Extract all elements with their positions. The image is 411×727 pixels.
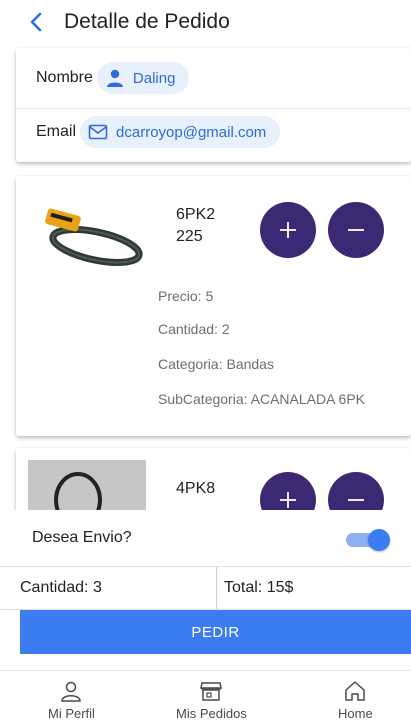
- decrease-quantity-button[interactable]: [328, 202, 384, 258]
- minus-icon: [348, 229, 364, 231]
- increase-quantity-button[interactable]: [260, 202, 316, 258]
- product-code-line1: 4PK8: [176, 480, 216, 497]
- plus-icon: [280, 222, 296, 238]
- product-code: 6PK2 225: [176, 204, 246, 248]
- shipping-label: Desea Envio?: [32, 529, 132, 546]
- email-chip[interactable]: dcarroyop@gmail.com: [80, 116, 281, 148]
- tab-mis-pedidos[interactable]: Mis Pedidos: [176, 679, 247, 721]
- person-icon: [61, 681, 82, 702]
- contact-card: Nombre Daling Email dcarroyop@gmail.com: [16, 48, 411, 162]
- product-code: 4PK8: [176, 478, 246, 500]
- totals-row: Cantidad: 3 Total: 15$: [0, 566, 411, 610]
- tab-mi-perfil[interactable]: Mi Perfil: [48, 679, 95, 721]
- minus-icon: [348, 499, 364, 501]
- plus-icon: [280, 492, 296, 508]
- name-row: Nombre Daling: [36, 62, 190, 94]
- home-icon: [345, 681, 366, 701]
- bottom-tab-bar: Mi Perfil Mis Pedidos Home: [0, 670, 411, 727]
- shipping-row: Desea Envio?: [0, 510, 411, 566]
- total-quantity: Cantidad: 3: [20, 579, 102, 596]
- product-code-line2: 225: [176, 228, 203, 245]
- product-image: [30, 192, 148, 282]
- back-arrow-icon: [30, 12, 42, 32]
- shipping-toggle[interactable]: [346, 528, 390, 551]
- place-order-button[interactable]: PEDIR: [20, 610, 411, 654]
- email-row: Email dcarroyop@gmail.com: [36, 116, 281, 148]
- product-code-line1: 6PK2: [176, 206, 216, 223]
- tab-label: Mis Pedidos: [176, 706, 247, 721]
- product-quantity: Cantidad: 2: [158, 321, 230, 337]
- person-icon: [105, 68, 125, 88]
- tab-home[interactable]: Home: [338, 679, 373, 721]
- product-subcategory: SubCategoria: ACANALADA 6PK: [158, 391, 366, 407]
- page-title: Detalle de Pedido: [64, 10, 230, 33]
- product-price: Precio: 5: [158, 288, 214, 304]
- tab-label: Mi Perfil: [48, 706, 95, 721]
- app-header: Detalle de Pedido: [0, 0, 411, 44]
- product-category: Categoria: Bandas: [158, 356, 274, 372]
- name-label: Nombre: [36, 69, 93, 86]
- email-value: dcarroyop@gmail.com: [116, 123, 267, 141]
- mail-icon: [88, 124, 108, 140]
- tab-label: Home: [338, 706, 373, 721]
- name-value: Daling: [132, 69, 176, 87]
- toggle-thumb: [368, 529, 390, 551]
- store-icon: [200, 682, 223, 701]
- product-card: 6PK2 225 Precio: 5 Cantidad: 2 Categoria…: [16, 176, 411, 436]
- name-chip[interactable]: Daling: [96, 62, 190, 94]
- back-button[interactable]: [14, 0, 58, 44]
- total-amount: Total: 15$: [224, 579, 294, 596]
- contact-divider: [16, 108, 411, 109]
- email-label: Email: [36, 123, 77, 140]
- totals-divider: [216, 567, 217, 609]
